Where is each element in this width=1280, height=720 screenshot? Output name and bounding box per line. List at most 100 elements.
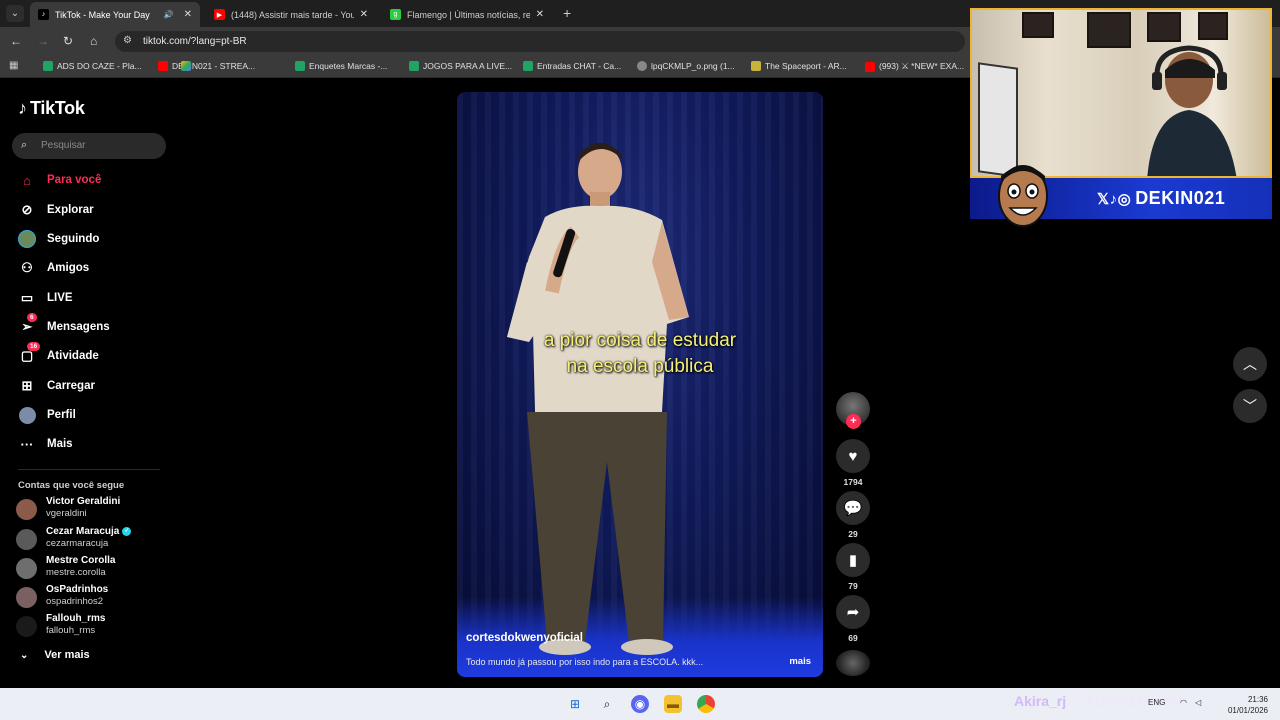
bookmark-item[interactable]: lpqCKMLP_o.png (1... [637,61,735,71]
forward-arrow-icon[interactable]: → [37,34,49,48]
bookmark-label: lpqCKMLP_o.png (1... [651,61,735,71]
nav-live[interactable]: ▭ LIVE [18,288,168,308]
ge-favicon-icon: g [390,9,401,20]
comment-icon: 💬 [843,500,863,517]
nav-explore[interactable]: ⊘ Explorar [18,200,168,220]
video-caption-line: na escola pública [566,356,714,377]
messages-icon: ➢ 6 [18,313,37,336]
bookmark-item-drive[interactable] [181,61,195,71]
nav-label: Amigos [47,262,90,274]
site-info-icon[interactable]: ⚙ [123,35,132,46]
language-indicator[interactable]: ENG [1148,698,1165,707]
nav-messages[interactable]: ➢ 6 Mensagens [18,313,168,337]
following-account[interactable]: Fallouh_rms fallouh_rms [16,613,166,639]
avatar [16,529,37,550]
tiktok-logo[interactable]: ♪ TikTok [18,98,85,119]
nav-for-you[interactable]: ⌂ Para você [18,170,168,190]
previous-video-button[interactable]: ︿ [1233,347,1267,381]
following-account[interactable]: Cezar Maracuja ✓ cezarmaracuja [16,526,166,552]
globe-icon [637,61,647,71]
tab-youtube[interactable]: ▶ (1448) Assistir mais tarde - YouTube ✕ [206,2,376,27]
nav-label: Explorar [47,204,94,216]
volume-icon[interactable]: ◁ [1195,698,1201,707]
bookmark-item[interactable]: (993) ⚔ *NEW* EXA... [865,61,964,72]
bookmark-item[interactable]: ADS DO CAZE - Pla... [43,61,142,71]
url-field[interactable]: ⚙ tiktok.com/?lang=pt-BR [115,31,965,52]
music-disc-icon[interactable] [836,650,870,676]
url-text: tiktok.com/?lang=pt-BR [143,36,247,47]
comment-button[interactable]: 💬 [836,491,870,525]
heart-icon: ♥ [848,447,858,465]
home-icon[interactable]: ⌂ [90,34,97,48]
avatar [16,616,37,637]
share-button[interactable]: ➦ [836,595,870,629]
bookmark-item[interactable]: Entradas CHAT - Ca... [523,61,621,71]
bookmark-item[interactable]: The Spaceport - AR... [751,61,847,71]
close-icon[interactable]: ✕ [536,9,544,20]
apps-grid-icon[interactable]: ▦ [9,60,18,71]
nav-activity[interactable]: ▢ 16 Atividade [18,342,168,366]
speaker-icon[interactable]: 🔊 [164,10,174,19]
file-explorer-icon[interactable]: ▬ [664,695,682,713]
webcam-overlay [970,8,1272,178]
bookmark-item[interactable]: Enquetes Marcas -... [295,61,387,71]
nav-friends[interactable]: ⚇ Amigos [18,258,168,278]
wall-frame [1147,12,1181,42]
reload-icon[interactable]: ↻ [63,34,73,48]
nav-label: Mais [47,438,73,450]
messages-badge: 6 [27,313,37,322]
share-count: 69 [848,633,858,643]
new-tab-plus-icon[interactable]: + [563,5,571,21]
home-icon: ⌂ [23,172,31,188]
chat-username: Akira_rj [1014,693,1067,709]
activity-icon: ▢ 16 [18,342,41,365]
bookmark-item[interactable]: DEKIN021 - STREA... [158,61,255,71]
save-button[interactable]: ▮ [836,543,870,577]
windows-start-icon[interactable]: ⊞ [566,695,584,713]
nav-label: Mensagens [47,321,110,333]
video-player[interactable]: a pior coisa de estudar na escola públic… [457,92,823,677]
search-icon: ⌕ [21,139,28,151]
wall-frame [1087,12,1131,48]
activity-badge: 16 [27,342,41,351]
follow-plus-icon[interactable]: + [846,414,861,429]
tab-flamengo[interactable]: g Flamengo | Últimas notícias, re ✕ [382,2,552,27]
video-more-link[interactable]: mais [789,656,811,667]
drive-icon [181,61,191,71]
share-arrow-icon: ➦ [846,604,860,621]
more-icon: ··· [20,436,34,452]
tab-tiktok[interactable]: ♪ TikTok - Make Your Day 🔊 ✕ [30,2,200,27]
tiktok-note-icon: ♪ [18,98,27,118]
nav-profile[interactable]: Perfil [18,405,168,425]
close-icon[interactable]: ✕ [184,9,192,20]
tab-search-button[interactable]: ⌄ [6,5,24,22]
bookmark-item[interactable]: JOGOS PARA A LIVE... [409,61,512,71]
account-name-row: Cezar Maracuja ✓ [46,526,132,537]
search-icon[interactable]: ⌕ [598,695,616,713]
nav-more[interactable]: ··· Mais [18,434,168,454]
see-more-button[interactable]: ⌄ Ver mais [20,649,90,661]
search-input[interactable]: ⌕ Pesquisar [12,133,166,159]
video-author[interactable]: cortesdokwenyoficial [466,632,583,644]
following-account[interactable]: OsPadrinhos ospadrinhos2 [16,584,166,610]
tab-title: (1448) Assistir mais tarde - YouTube [231,9,354,20]
nav-following[interactable]: Seguindo [18,229,168,249]
video-caption-line: a pior coisa de estudar [543,330,737,351]
nav-upload[interactable]: ⊞ Carregar [18,376,168,396]
chat-text: : cckkkkkkkkkkkkkk [1066,693,1186,709]
close-icon[interactable]: ✕ [360,9,368,20]
next-video-button[interactable]: ﹀ [1233,389,1267,423]
wifi-icon[interactable]: ◠ [1180,698,1187,707]
following-account[interactable]: Mestre Corolla mestre.corolla [16,555,166,581]
bookmark-label: Enquetes Marcas -... [309,61,388,71]
social-icons: 𝕏♪◎ [1097,190,1132,208]
clock-time: 21:36 [1247,695,1268,704]
discord-icon[interactable]: ◉ [631,695,649,713]
like-button[interactable]: ♥ [836,439,870,473]
chrome-icon[interactable] [697,695,715,713]
following-account[interactable]: Victor Geraldini vgeraldini [16,496,166,522]
system-clock[interactable]: 21:36 01/01/2026 [1218,694,1268,716]
chevron-down-icon: ⌄ [20,649,29,661]
nav-label: Atividade [47,350,99,362]
back-arrow-icon[interactable]: ← [10,34,22,48]
